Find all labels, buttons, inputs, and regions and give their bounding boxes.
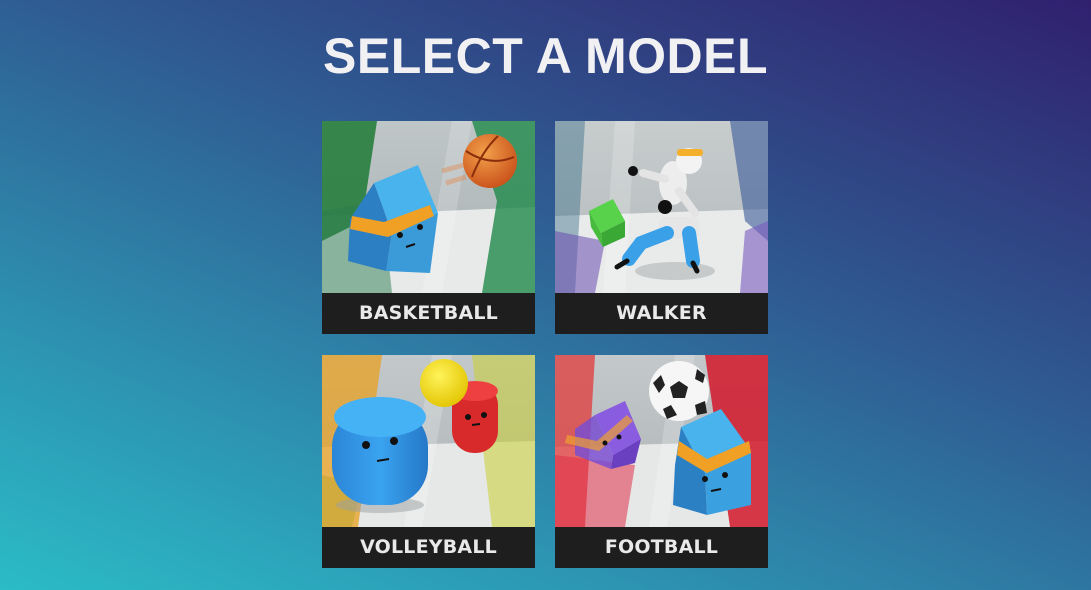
model-card-basketball[interactable]: BASKETBALL xyxy=(322,121,535,334)
model-grid: BASKETBALL WALKER VOLLEYBALL FOOTBALL xyxy=(322,121,769,569)
model-card-walker[interactable]: WALKER xyxy=(555,121,768,334)
model-label: FOOTBALL xyxy=(555,527,768,568)
model-card-football[interactable]: FOOTBALL xyxy=(555,355,768,568)
model-label: VOLLEYBALL xyxy=(322,527,535,568)
model-label: BASKETBALL xyxy=(322,293,535,334)
page-title: SELECT A MODEL xyxy=(323,28,768,84)
football-scene-thumbnail xyxy=(555,355,768,527)
basketball-scene-thumbnail xyxy=(322,121,535,293)
volleyball-scene-thumbnail xyxy=(322,355,535,527)
model-card-volleyball[interactable]: VOLLEYBALL xyxy=(322,355,535,568)
walker-scene-thumbnail xyxy=(555,121,768,293)
model-label: WALKER xyxy=(555,293,768,334)
